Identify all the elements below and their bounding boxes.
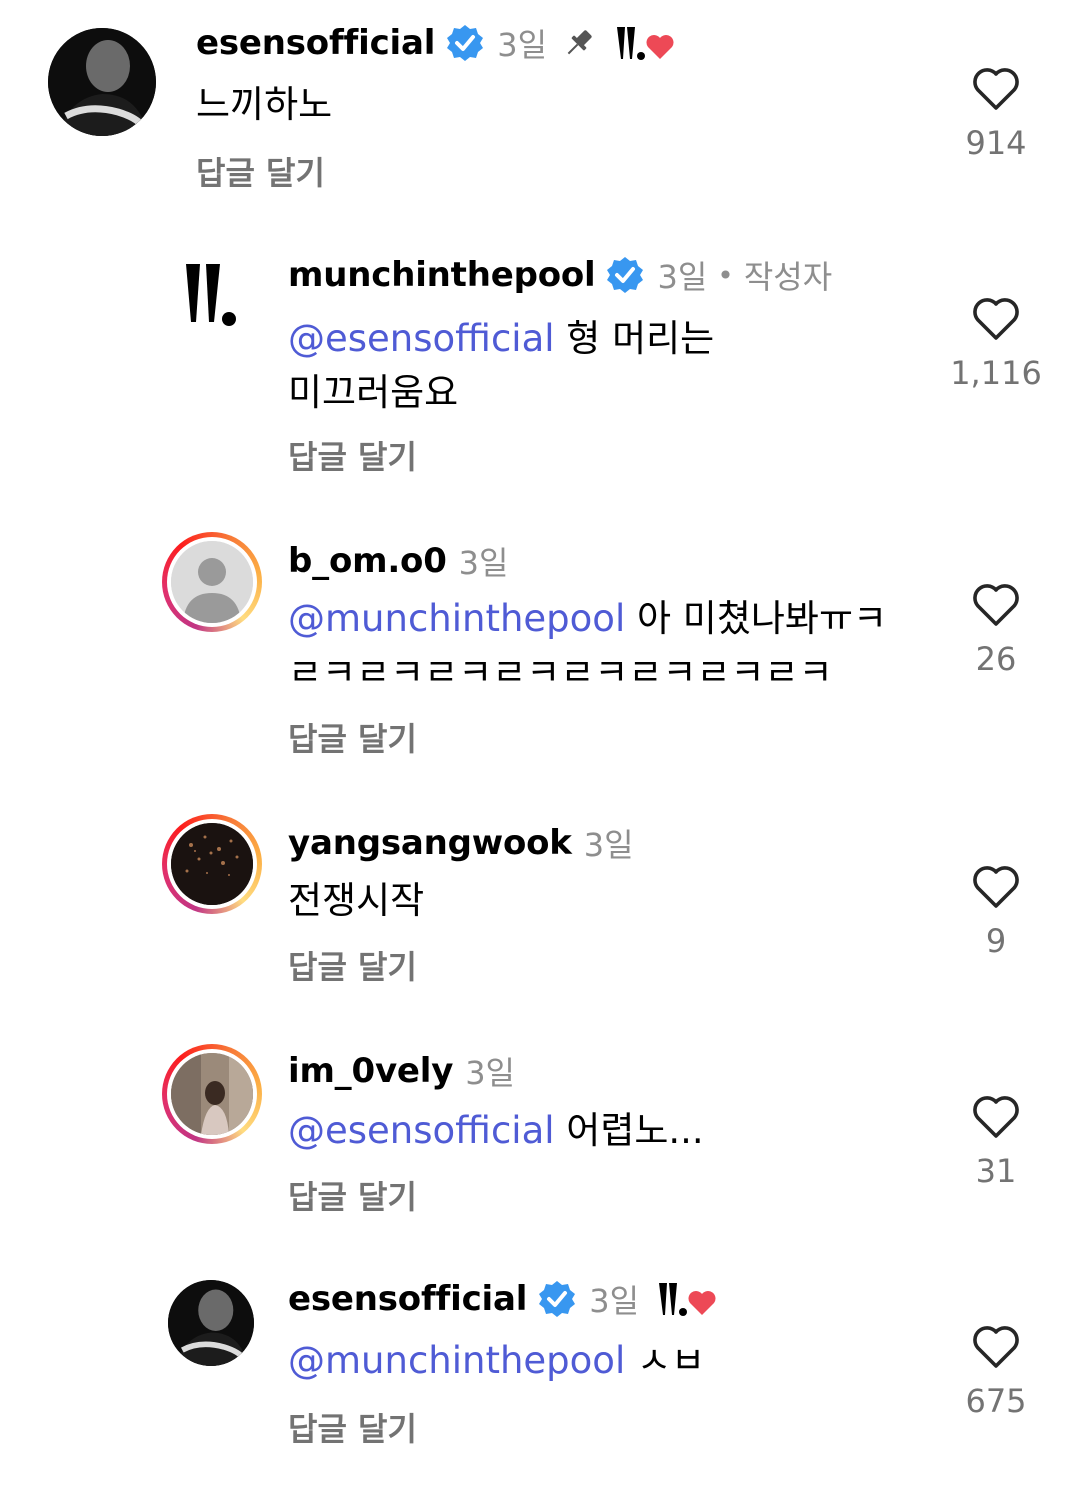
username[interactable]: esensofficial [196, 23, 435, 63]
mention-link[interactable]: @esensofficial [288, 317, 555, 360]
comment-time: 3일 [458, 544, 509, 582]
like-control: 675 [936, 1324, 1056, 1420]
liked-by-author-badge [657, 1281, 717, 1317]
comment-time: 3일 [589, 1282, 640, 1320]
like-control: 31 [936, 1094, 1056, 1190]
avatar-photo [171, 823, 253, 905]
like-control: 1,116 [936, 296, 1056, 392]
like-control: 26 [936, 582, 1056, 678]
heart-icon[interactable] [971, 864, 1021, 910]
heart-icon[interactable] [971, 66, 1021, 112]
comment-body: @munchinthepool ㅅㅂ [288, 1334, 928, 1388]
comment-text: 느끼하노 [196, 83, 333, 126]
comment-header: munchinthepool 3일 • 작성자 [288, 252, 832, 298]
comment-time: 3일 [465, 1054, 515, 1092]
mention-link[interactable]: @esensofficial [288, 1109, 555, 1152]
comment-header: im_0vely 3일 [288, 1048, 515, 1094]
reply-button[interactable]: 답글 달기 [196, 148, 325, 194]
comment-body: @esensofficial 형 머리는 미끄러움요 [288, 312, 758, 420]
comment-header: yangsangwook 3일 [288, 820, 634, 866]
username[interactable]: im_0vely [288, 1051, 453, 1091]
author-label: 작성자 [743, 258, 833, 296]
red-heart-icon [688, 1291, 716, 1315]
heart-icon[interactable] [971, 1094, 1021, 1140]
comment-body: @esensofficial 어렵노... [288, 1104, 928, 1158]
reply-button[interactable]: 답글 달기 [288, 1172, 417, 1218]
mention-link[interactable]: @munchinthepool [288, 597, 625, 640]
comment-time: 3일 [657, 258, 708, 296]
default-avatar-icon [171, 541, 253, 623]
username[interactable]: yangsangwook [288, 823, 572, 863]
heart-icon[interactable] [971, 296, 1021, 342]
heart-icon[interactable] [971, 582, 1021, 628]
reply-button[interactable]: 답글 달기 [288, 1404, 417, 1450]
heart-icon[interactable] [971, 1324, 1021, 1370]
separator-dot: • [717, 258, 734, 292]
reply-button[interactable]: 답글 달기 [288, 942, 417, 988]
comment-body: @munchinthepool 아 미쳤나봐ㅠㅋㄹㅋㄹㅋㄹㅋㄹㅋㄹㅋㄹㅋㄹㅋㄹㅋ [288, 592, 918, 700]
reply-button[interactable]: 답글 달기 [288, 432, 417, 478]
comment-time: 3일 [497, 26, 548, 64]
username[interactable]: b_om.o0 [288, 541, 447, 581]
comment-text: 전쟁시작 [288, 879, 425, 922]
avatar-logo [156, 244, 256, 344]
like-count: 914 [965, 124, 1027, 162]
red-heart-icon [646, 35, 674, 59]
like-control: 9 [936, 864, 1056, 960]
verified-badge-icon [447, 25, 484, 61]
comment-text: 어렵노... [566, 1109, 704, 1152]
verified-badge-icon [607, 257, 644, 293]
reply-button[interactable]: 답글 달기 [288, 714, 417, 760]
comment-time: 3일 [583, 826, 634, 864]
like-control: 914 [936, 66, 1056, 162]
comment-header: b_om.o0 3일 [288, 538, 508, 584]
avatar[interactable] [48, 28, 156, 136]
like-count: 1,116 [950, 354, 1042, 392]
avatar-photo [171, 1053, 253, 1135]
comment-body: 느끼하노 [196, 78, 836, 132]
avatar-photo [48, 28, 156, 136]
like-count: 26 [975, 640, 1017, 678]
liked-by-author-badge [615, 25, 675, 61]
comment-header: esensofficial 3일 [196, 20, 675, 66]
username[interactable]: munchinthepool [288, 255, 596, 295]
like-count: 675 [965, 1382, 1027, 1420]
comment-header: esensofficial 3일 [288, 1276, 717, 1322]
pin-icon [567, 30, 592, 55]
avatar-photo [168, 1280, 254, 1366]
like-count: 9 [985, 922, 1007, 960]
mention-link[interactable]: @munchinthepool [288, 1339, 625, 1382]
like-count: 31 [975, 1152, 1017, 1190]
avatar[interactable] [162, 1044, 262, 1144]
avatar[interactable] [162, 814, 262, 914]
author-logo-icon [659, 1283, 688, 1316]
comment-text: ㅅㅂ [637, 1339, 706, 1382]
verified-badge-icon [539, 1281, 576, 1317]
author-logo-icon [617, 27, 646, 60]
avatar[interactable] [168, 1280, 254, 1366]
avatar[interactable] [156, 244, 256, 344]
comment-body: 전쟁시작 [288, 874, 928, 928]
username[interactable]: esensofficial [288, 1279, 527, 1319]
avatar[interactable] [162, 532, 262, 632]
